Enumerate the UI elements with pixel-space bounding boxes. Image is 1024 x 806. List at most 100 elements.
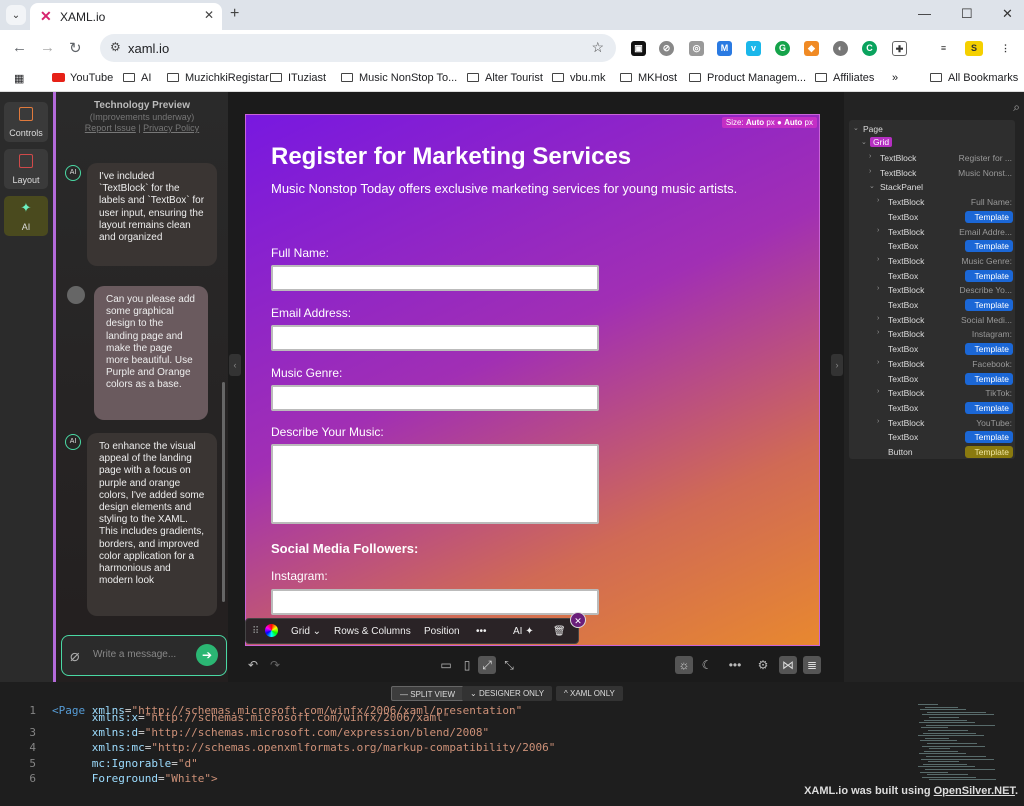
- genre-field[interactable]: [271, 385, 599, 411]
- tree-node-textblock[interactable]: › TextBlock Describe Yo...: [849, 283, 1015, 297]
- tree-node-textbox[interactable]: TextBox Template: [849, 342, 1015, 356]
- close-window-icon[interactable]: ✕: [1002, 6, 1013, 22]
- maximize-icon[interactable]: ☐: [961, 6, 973, 22]
- camera-extension-icon[interactable]: ◎: [689, 41, 704, 56]
- tree-node-textbox[interactable]: TextBox Template: [849, 210, 1015, 224]
- reload-icon[interactable]: ↻: [69, 39, 82, 57]
- describe-field[interactable]: [271, 444, 599, 524]
- template-button[interactable]: Template: [964, 343, 1013, 356]
- extension-icon-orange[interactable]: ◆: [804, 41, 819, 56]
- dark-theme-icon[interactable]: ☾: [698, 656, 716, 674]
- send-button[interactable]: ➔: [196, 644, 218, 666]
- delete-icon[interactable]: 🗑: [553, 626, 566, 637]
- extension-icon-1[interactable]: ▣: [631, 41, 646, 56]
- ai-assist-button[interactable]: AI ✦: [513, 626, 534, 637]
- instagram-field[interactable]: [271, 589, 599, 615]
- expand-chevron-icon[interactable]: ›: [877, 359, 879, 366]
- attach-icon[interactable]: ⌀: [70, 646, 80, 666]
- collapse-right-handle[interactable]: ›: [831, 354, 843, 376]
- tree-node-textblock[interactable]: › TextBlock Register for ...: [849, 151, 1015, 165]
- controls-button[interactable]: Controls: [4, 102, 48, 142]
- address-bar[interactable]: ⚙ xaml.io ☆: [100, 34, 616, 62]
- tree-node-textbox[interactable]: TextBox Template: [849, 401, 1015, 415]
- apps-grid-icon[interactable]: ▦: [14, 72, 24, 85]
- message-input[interactable]: Write a message...: [93, 649, 176, 660]
- tab-search-button[interactable]: ⌄: [6, 5, 26, 25]
- tree-node-button[interactable]: Button Template: [849, 445, 1015, 459]
- bookmark-star-icon[interactable]: ☆: [591, 39, 604, 56]
- expand-chevron-icon[interactable]: ›: [869, 153, 871, 160]
- back-icon[interactable]: ←: [12, 39, 27, 56]
- bookmark-affiliates[interactable]: Affiliates: [815, 72, 874, 84]
- list-icon[interactable]: ≣: [803, 656, 821, 674]
- undo-icon[interactable]: ↶: [244, 656, 262, 674]
- template-button[interactable]: Template: [964, 269, 1013, 282]
- tree-node-textbox[interactable]: TextBox Template: [849, 239, 1015, 253]
- expand-chevron-icon[interactable]: ›: [877, 256, 879, 263]
- expand-chevron-icon[interactable]: ›: [877, 227, 879, 234]
- full-name-field[interactable]: [271, 265, 599, 291]
- tree-node-textbox[interactable]: TextBox Template: [849, 298, 1015, 312]
- collapse-left-handle[interactable]: ‹: [229, 354, 241, 376]
- tree-node-textblock[interactable]: › TextBlock Music Genre:: [849, 254, 1015, 268]
- template-button[interactable]: Template: [964, 431, 1013, 444]
- chat-input-box[interactable]: ⌀ Write a message... ➔: [61, 635, 227, 676]
- expand-chevron-icon[interactable]: ›: [877, 315, 879, 322]
- expand-chevron-icon[interactable]: ›: [877, 418, 879, 425]
- desktop-view-icon[interactable]: ▭: [437, 656, 455, 674]
- tree-node-stackpanel[interactable]: ⌄ StackPanel: [849, 180, 1015, 194]
- template-button[interactable]: Template: [964, 401, 1013, 414]
- grid-dropdown[interactable]: Grid ⌄: [291, 626, 321, 637]
- light-theme-icon[interactable]: ☼: [675, 656, 693, 674]
- position-button[interactable]: Position: [424, 626, 460, 637]
- grammarly-extension-icon[interactable]: G: [775, 41, 790, 56]
- profile-extension-icon[interactable]: S: [965, 41, 983, 56]
- rows-columns-button[interactable]: Rows & Columns: [334, 626, 411, 637]
- extension-icon-grey[interactable]: ◐: [833, 41, 848, 56]
- tree-node-textblock[interactable]: › TextBlock Full Name:: [849, 195, 1015, 209]
- bookmark-all[interactable]: All Bookmarks: [930, 72, 1018, 84]
- expand-chevron-icon[interactable]: ›: [877, 285, 879, 292]
- bookmark-vbu[interactable]: vbu.mk: [552, 72, 605, 84]
- vimeo-extension-icon[interactable]: v: [746, 41, 761, 56]
- site-info-icon[interactable]: ⚙: [110, 40, 121, 54]
- code-minimap[interactable]: [918, 704, 998, 784]
- drag-handle-icon[interactable]: ⠿: [252, 626, 259, 637]
- tree-node-grid[interactable]: ⌄ Grid: [849, 136, 1015, 150]
- mobile-view-icon[interactable]: ▯: [458, 656, 476, 674]
- shrink-view-icon[interactable]: ⤡: [500, 656, 518, 674]
- more-bookmarks-button[interactable]: »: [892, 72, 898, 84]
- opensilver-link[interactable]: OpenSilver.NET: [934, 785, 1015, 797]
- size-width[interactable]: Auto: [746, 118, 764, 127]
- reading-list-icon[interactable]: ≡: [936, 41, 951, 56]
- code-line[interactable]: xmlns:x="http://schemas.microsoft.com/wi…: [0, 711, 900, 726]
- designer-only-button[interactable]: ⌄ DESIGNER ONLY: [462, 686, 553, 701]
- tree-node-textbox[interactable]: TextBox Template: [849, 372, 1015, 386]
- code-line[interactable]: 3 xmlns:d="http://schemas.microsoft.com/…: [0, 726, 900, 741]
- color-wheel-icon[interactable]: [265, 624, 278, 637]
- template-button[interactable]: Template: [964, 372, 1013, 385]
- email-field[interactable]: [271, 325, 599, 351]
- tree-node-textblock[interactable]: › TextBlock TikTok:: [849, 386, 1015, 400]
- tree-node-textblock[interactable]: › TextBlock Music Nonst...: [849, 166, 1015, 180]
- split-view-button[interactable]: — SPLIT VIEW: [391, 686, 464, 701]
- design-surface[interactable]: Size: Auto px ● Auto px Register for Mar…: [245, 114, 820, 646]
- template-button[interactable]: Template: [964, 210, 1013, 223]
- privacy-policy-link[interactable]: Privacy Policy: [143, 123, 199, 133]
- tree-node-textblock[interactable]: › TextBlock Facebook:: [849, 357, 1015, 371]
- bookmark-alter-tourist[interactable]: Alter Tourist: [467, 72, 543, 84]
- forward-icon[interactable]: →: [40, 39, 55, 56]
- bookmark-ituziast[interactable]: ITuziast: [270, 72, 326, 84]
- tree-node-textbox[interactable]: TextBox Template: [849, 269, 1015, 283]
- expand-chevron-icon[interactable]: ›: [877, 388, 879, 395]
- extensions-puzzle-icon[interactable]: ✚: [892, 41, 907, 56]
- minimize-icon[interactable]: —: [918, 6, 931, 21]
- close-tab-icon[interactable]: ✕: [204, 8, 214, 22]
- browser-menu-icon[interactable]: ⋮: [998, 41, 1013, 56]
- template-button[interactable]: Template: [964, 240, 1013, 253]
- expand-chevron-icon[interactable]: ›: [877, 197, 879, 204]
- template-button[interactable]: Template: [964, 299, 1013, 311]
- tree-node-textblock[interactable]: › TextBlock Instagram:: [849, 327, 1015, 341]
- extension-icon-2[interactable]: ⊘: [659, 41, 674, 56]
- layout-button[interactable]: Layout: [4, 149, 48, 189]
